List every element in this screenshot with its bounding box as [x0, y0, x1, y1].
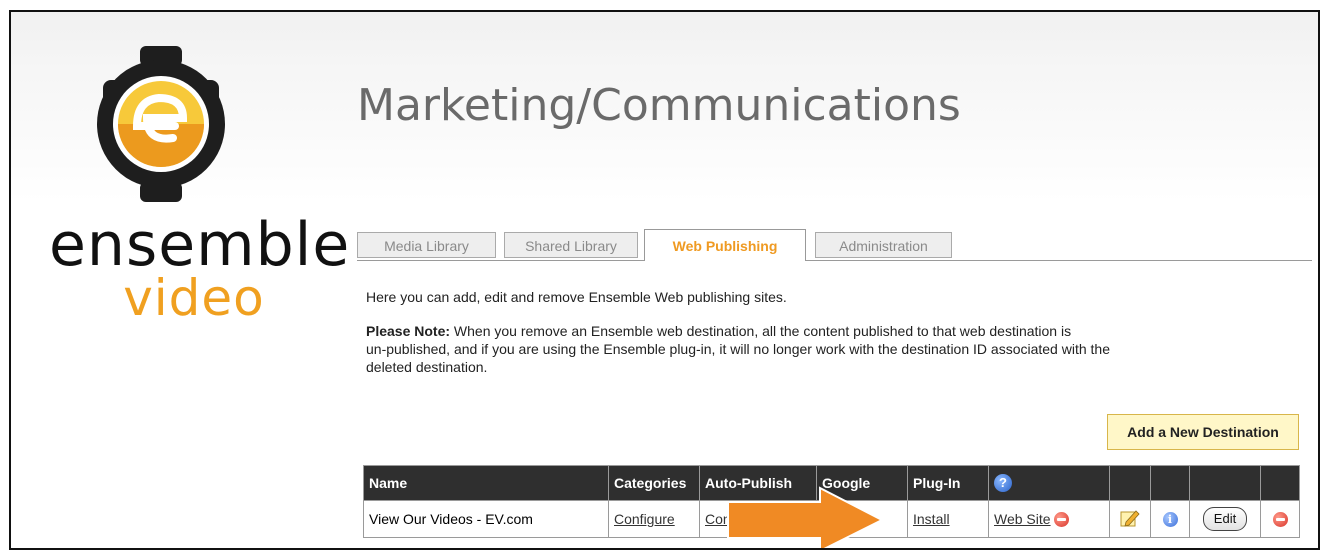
note-block: Please Note: When you remove an Ensemble…: [366, 322, 1110, 376]
intro-text: Here you can add, edit and remove Ensemb…: [366, 289, 787, 305]
configure-categories-link[interactable]: Configure: [614, 511, 675, 527]
cell-info: i: [1150, 500, 1190, 538]
header-empty-4: [1260, 465, 1300, 501]
cell-categories: Configure: [608, 500, 700, 538]
tab-shared-library[interactable]: Shared Library: [504, 232, 638, 258]
header-help: ?: [988, 465, 1110, 501]
cell-delete: [1260, 500, 1300, 538]
info-icon[interactable]: i: [1162, 512, 1178, 528]
help-icon[interactable]: ?: [994, 474, 1012, 492]
web-site-link[interactable]: Web Site: [994, 511, 1051, 527]
cell-edit-icon: [1109, 500, 1151, 538]
arrow-annotation-icon: [727, 486, 885, 548]
app-frame: ensemble video Marketing/Communications …: [9, 10, 1320, 550]
edit-button[interactable]: Edit: [1202, 507, 1248, 531]
note-text-1: When you remove an Ensemble web destinat…: [450, 323, 1072, 339]
header-categories: Categories: [608, 465, 700, 501]
cell-name: View Our Videos - EV.com: [363, 500, 609, 538]
note-line-1: Please Note: When you remove an Ensemble…: [366, 322, 1110, 340]
add-new-destination-button[interactable]: Add a New Destination: [1107, 414, 1299, 450]
pencil-note-icon[interactable]: [1120, 509, 1140, 527]
header-empty-1: [1109, 465, 1151, 501]
logo-word-video: video: [123, 269, 265, 327]
header-empty-2: [1150, 465, 1190, 501]
page-title: Marketing/Communications: [357, 80, 961, 131]
tab-media-library[interactable]: Media Library: [357, 232, 496, 258]
delete-row-icon[interactable]: [1272, 512, 1288, 528]
remove-website-icon[interactable]: [1054, 512, 1070, 528]
cell-edit: Edit: [1189, 500, 1261, 538]
header-plugin: Plug-In: [907, 465, 989, 501]
note-line-2: un-published, and if you are using the E…: [366, 341, 1110, 357]
install-plugin-link[interactable]: Install: [913, 511, 950, 527]
tab-administration[interactable]: Administration: [815, 232, 952, 258]
tab-web-publishing[interactable]: Web Publishing: [644, 229, 806, 261]
cell-website: Web Site: [988, 500, 1110, 538]
note-label: Please Note:: [366, 323, 451, 339]
header-empty-3: [1189, 465, 1261, 501]
header-name: Name: [363, 465, 609, 501]
cell-plugin: Install: [907, 500, 989, 538]
tab-bar: Media Library Shared Library Web Publish…: [357, 229, 1312, 261]
note-line-3: deleted destination.: [366, 359, 488, 375]
